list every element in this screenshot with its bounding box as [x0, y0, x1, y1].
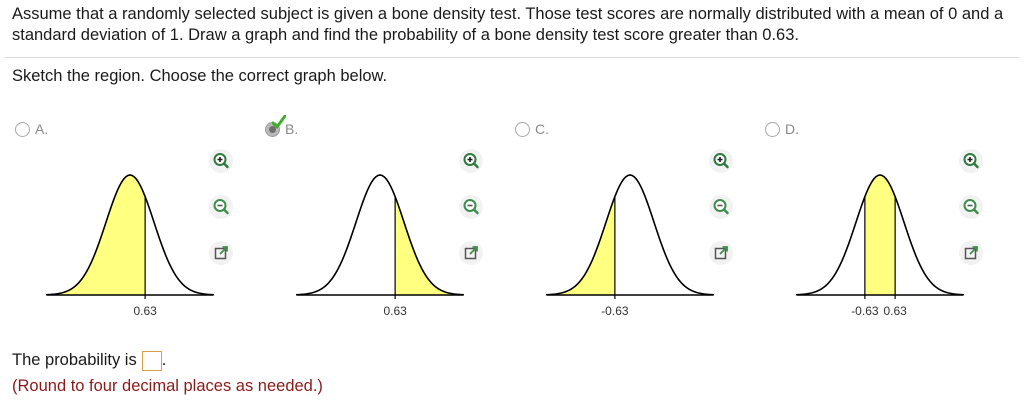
tick-label: 0.63 [133, 304, 157, 318]
checkmark-icon [272, 114, 286, 128]
option-d-radio-row[interactable]: D. [765, 119, 799, 139]
probability-answer-input[interactable] [141, 350, 162, 371]
option-d-graph: -0.63 0.63 [795, 174, 965, 318]
zoom-out-icon[interactable] [458, 194, 484, 220]
divider [5, 57, 1019, 58]
option-a-radio[interactable] [15, 121, 30, 137]
option-c: C. -0.63 [510, 115, 755, 330]
tick-label: -0.63 [851, 304, 879, 318]
zoom-out-icon[interactable] [208, 194, 234, 220]
option-d-label: D. [785, 121, 799, 137]
zoom-in-icon[interactable] [958, 148, 984, 174]
option-a-radio-row[interactable]: A. [15, 119, 48, 139]
option-c-radio[interactable] [515, 121, 530, 137]
instruction-text: Sketch the region. Choose the correct gr… [12, 67, 388, 85]
normal-curve [545, 174, 715, 296]
option-a-graph: 0.63 [45, 174, 215, 318]
option-c-label: C. [535, 121, 549, 137]
zoom-in-icon[interactable] [708, 148, 734, 174]
popout-icon[interactable] [208, 240, 234, 266]
question-text: Assume that a randomly selected subject … [12, 5, 1004, 44]
popout-icon[interactable] [958, 240, 984, 266]
option-b-radio[interactable] [265, 114, 286, 137]
option-b: B. 0.63 [260, 114, 505, 330]
option-b-label: B. [285, 121, 299, 137]
answer-suffix: . [161, 351, 167, 369]
popout-icon[interactable] [458, 240, 484, 266]
option-c-tools [708, 148, 734, 286]
tick-label: 0.63 [883, 304, 907, 318]
popout-icon[interactable] [708, 240, 734, 266]
shaded-region [50, 175, 146, 295]
answer-row: The probability is . [12, 350, 166, 371]
tick-label: -0.63 [601, 304, 629, 318]
option-d: D. -0.63 0.63 [760, 115, 1005, 330]
shaded-region [395, 196, 460, 295]
zoom-in-icon[interactable] [458, 148, 484, 174]
shaded-region [550, 196, 615, 295]
option-b-graph: 0.63 [295, 174, 465, 318]
option-a-tools [208, 148, 234, 286]
answer-prefix: The probability is [12, 351, 137, 369]
option-a: A. 0.63 [10, 115, 255, 330]
option-c-radio-row[interactable]: C. [515, 119, 549, 139]
zoom-in-icon[interactable] [208, 148, 234, 174]
option-d-radio[interactable] [765, 121, 780, 137]
option-c-graph: -0.63 [545, 174, 715, 318]
zoom-out-icon[interactable] [708, 194, 734, 220]
option-b-radio-row[interactable]: B. [265, 114, 299, 139]
option-a-label: A. [35, 121, 49, 137]
normal-curve [295, 174, 465, 296]
option-b-tools [458, 148, 484, 286]
shaded-region [864, 175, 896, 295]
zoom-out-icon[interactable] [958, 194, 984, 220]
option-d-tools [958, 148, 984, 286]
rounding-note: (Round to four decimal places as needed.… [12, 377, 323, 395]
tick-label: 0.63 [383, 304, 407, 318]
